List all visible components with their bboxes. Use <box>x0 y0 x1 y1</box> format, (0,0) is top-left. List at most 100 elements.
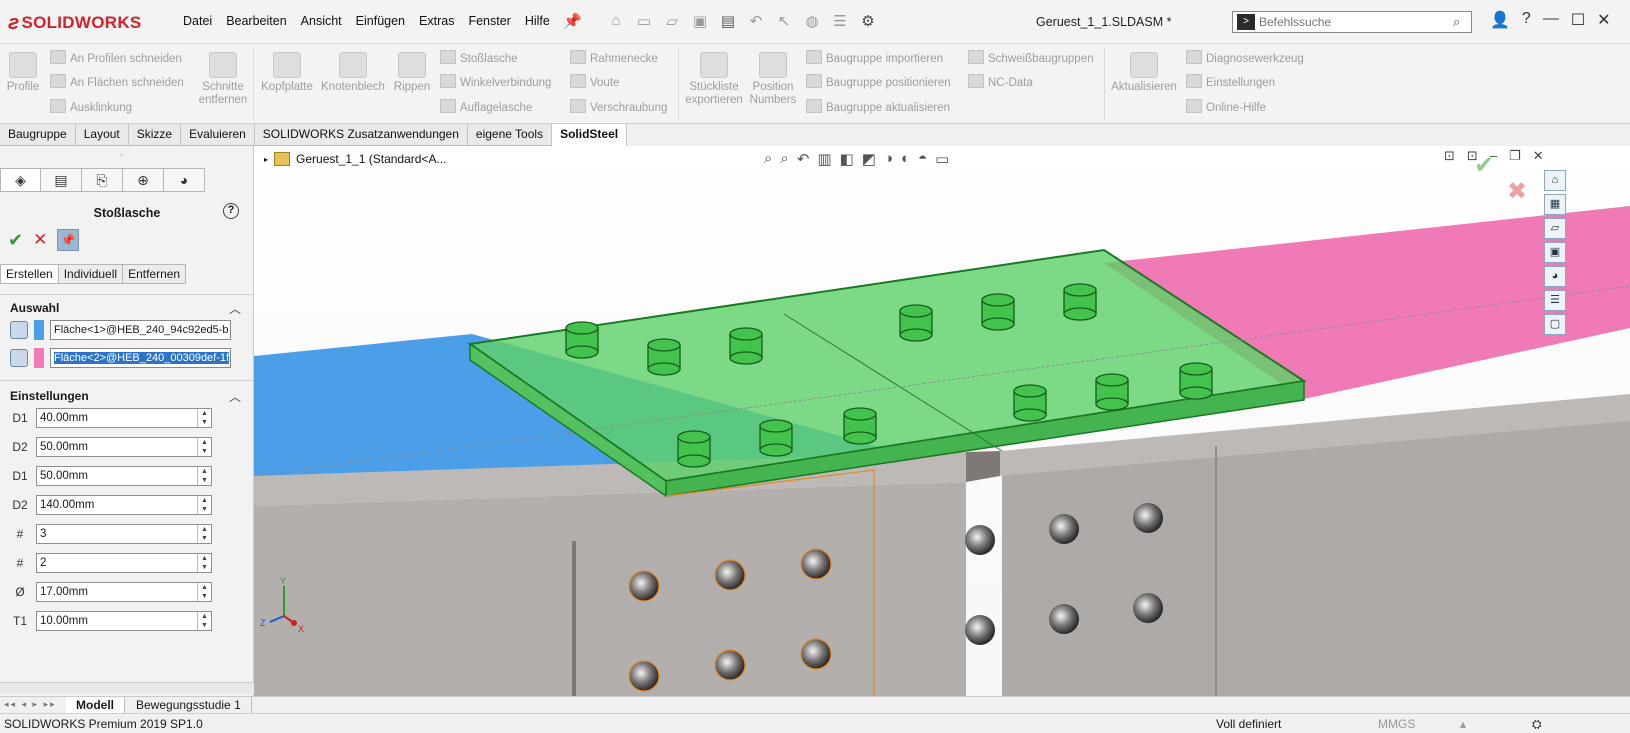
voute-button[interactable]: Voute <box>570 74 619 89</box>
diagnosewerkzeug-button[interactable]: Diagnosewerkzeug <box>1186 50 1304 65</box>
tab-layout[interactable]: Layout <box>76 124 129 146</box>
solidworks-logo[interactable]: ƨ SOLIDWORKS <box>8 8 142 38</box>
command-search-input[interactable] <box>1259 15 1453 29</box>
an-profilen-schneiden-button[interactable]: An Profilen schneiden <box>50 50 182 65</box>
verschraubung-button[interactable]: Verschraubung <box>570 99 667 114</box>
an-flaechen-schneiden-button[interactable]: An Flächen schneiden <box>50 74 184 89</box>
param-input[interactable]: 2 ▲ ▼ <box>36 553 212 573</box>
collapse-chevron-icon[interactable]: ︿ <box>229 300 241 317</box>
viewport-restore-icon[interactable]: ❐ <box>1509 148 1521 164</box>
menu-einfuegen[interactable]: Einfügen <box>349 14 412 28</box>
home-icon[interactable]: ⌂ <box>605 12 627 30</box>
einstellungen-button[interactable]: Einstellungen <box>1186 74 1275 89</box>
hide-show-icon[interactable]: ◑ <box>884 150 893 168</box>
menu-ansicht[interactable]: Ansicht <box>294 14 349 28</box>
unit-system[interactable]: MMGS <box>1378 717 1415 731</box>
select-pointer-icon[interactable]: ↖ <box>773 12 795 30</box>
param-input[interactable]: 140.00mm ▲ ▼ <box>36 495 212 515</box>
spin-arrows-icon[interactable]: ▲ ▼ <box>197 496 211 514</box>
file-properties-icon[interactable]: ☰ <box>829 12 851 30</box>
face-1-selection-box[interactable]: Fläche<1>@HEB_240_94c92ed5-b <box>50 320 231 340</box>
stueckliste-exportieren-button[interactable]: Stückliste exportieren <box>684 52 744 107</box>
edit-appearance-icon[interactable]: ◐ <box>901 150 910 168</box>
spin-arrows-icon[interactable]: ▲ ▼ <box>197 409 211 427</box>
configuration-manager-tab-icon[interactable]: ⎘ <box>82 168 123 192</box>
spin-arrows-icon[interactable]: ▲ ▼ <box>197 467 211 485</box>
view-orientation-icon[interactable]: ◧ <box>840 150 854 168</box>
new-document-icon[interactable]: ▭ <box>633 12 655 30</box>
baugruppe-aktualisieren-button[interactable]: Baugruppe aktualisieren <box>806 99 950 114</box>
knotenblech-button[interactable]: Knotenblech <box>320 52 386 94</box>
online-hilfe-button[interactable]: Online-Hilfe <box>1186 99 1266 114</box>
panel-help-icon[interactable]: ? <box>223 203 239 219</box>
open-folder-icon[interactable]: ▱ <box>661 12 683 30</box>
feature-tree-flyout[interactable]: ▸ Geruest_1_1 (Standard<A... <box>264 152 446 166</box>
schnitte-entfernen-button[interactable]: Schnitte entfernen <box>196 52 250 107</box>
winkelverbindung-button[interactable]: Winkelverbindung <box>440 74 551 89</box>
rippen-button[interactable]: Rippen <box>390 52 434 94</box>
aktualisieren-button[interactable]: Aktualisieren <box>1110 52 1178 94</box>
spin-arrows-icon[interactable]: ▲ ▼ <box>197 554 211 572</box>
spin-arrows-icon[interactable]: ▲ ▼ <box>197 612 211 630</box>
param-input[interactable]: 3 ▲ ▼ <box>36 524 212 544</box>
display-manager-tab-icon[interactable]: ◕ <box>164 168 205 192</box>
confirm-check-icon[interactable]: ✔ <box>1474 151 1494 180</box>
keep-visible-pin-icon[interactable]: 📌 <box>57 229 80 251</box>
profile-button[interactable]: Profile <box>6 52 40 94</box>
param-input[interactable]: 50.00mm ▲ ▼ <box>36 466 212 486</box>
display-style-icon[interactable]: ◩ <box>862 150 876 168</box>
tab-modell[interactable]: Modell <box>66 697 125 714</box>
collapse-chevron-icon[interactable]: ︿ <box>229 388 241 405</box>
auflagelasche-button[interactable]: Auflagelasche <box>440 99 532 114</box>
undo-icon[interactable]: ↶ <box>745 12 767 30</box>
tab-solidsteel[interactable]: SolidSteel <box>552 124 628 146</box>
view-settings-icon[interactable]: ▭ <box>935 150 949 168</box>
spin-arrows-icon[interactable]: ▲ ▼ <box>197 583 211 601</box>
spin-arrows-icon[interactable]: ▲ ▼ <box>197 525 211 543</box>
subtab-entfernen[interactable]: Entfernen <box>123 264 187 284</box>
expand-triangle-icon[interactable]: ▸ <box>264 155 268 164</box>
file-explorer-icon[interactable]: ▱ <box>1544 218 1566 239</box>
tab-bewegungsstudie[interactable]: Bewegungsstudie 1 <box>126 697 252 714</box>
panel-collapse-icon[interactable]: ⊡ <box>1444 148 1455 164</box>
kopfplatte-button[interactable]: Kopfplatte <box>258 52 316 94</box>
stosslasche-button[interactable]: Stoßlasche <box>440 50 518 65</box>
feature-manager-tab-icon[interactable]: ◈ <box>0 168 41 192</box>
viewport-close-icon[interactable]: ✕ <box>1533 148 1544 164</box>
param-input[interactable]: 10.00mm ▲ ▼ <box>36 611 212 631</box>
custom-properties-icon[interactable]: ☰ <box>1544 290 1566 311</box>
zoom-area-icon[interactable]: ⌕ <box>780 150 788 168</box>
previous-view-icon[interactable]: ↶ <box>797 150 810 168</box>
menu-datei[interactable]: Datei <box>176 14 219 28</box>
pin-menu-icon[interactable]: 📌 <box>563 12 582 30</box>
schweissbaugruppen-button[interactable]: Schweißbaugruppen <box>968 50 1094 65</box>
status-dropdown-icon[interactable]: ▴ <box>1460 717 1466 731</box>
cancel-cross-icon[interactable]: ✕ <box>33 230 47 250</box>
tab-evaluieren[interactable]: Evaluieren <box>181 124 255 146</box>
section-view-icon[interactable]: ▥ <box>817 150 831 168</box>
zoom-to-fit-icon[interactable]: ⌕ <box>764 150 772 168</box>
options-gear-icon[interactable]: ⚙ <box>857 12 879 30</box>
dimxpert-tab-icon[interactable]: ⊕ <box>123 168 164 192</box>
ok-check-icon[interactable]: ✔ <box>8 230 23 251</box>
rebuild-icon[interactable]: ◍ <box>801 12 823 30</box>
menu-bearbeiten[interactable]: Bearbeiten <box>219 14 293 28</box>
face-2-selection-box[interactable]: Fläche<2>@HEB_240_00309def-1f <box>50 348 231 368</box>
user-icon[interactable]: 👤 <box>1490 10 1510 30</box>
property-manager-tab-icon[interactable]: ▤ <box>41 168 82 192</box>
panel-grip-icon[interactable]: ◦ <box>120 150 123 159</box>
panel-scrollbar[interactable] <box>0 682 254 694</box>
nc-data-button[interactable]: NC-Data <box>968 74 1033 89</box>
assembly-model[interactable]: Y Z X <box>254 146 1630 696</box>
apply-scene-icon[interactable]: ◓ <box>918 150 927 168</box>
tab-skizze[interactable]: Skizze <box>129 124 182 146</box>
tab-navigation-arrows-icon[interactable]: ◂◂ ◂ ▸ ▸▸ <box>4 699 57 710</box>
tab-baugruppe[interactable]: Baugruppe <box>0 124 76 146</box>
rebuild-status-icon[interactable]: ⛭ <box>1532 717 1542 732</box>
help-icon[interactable]: ? <box>1522 10 1531 30</box>
save-icon[interactable]: ▣ <box>689 12 711 30</box>
minimize-icon[interactable]: — <box>1543 10 1559 30</box>
subtab-erstellen[interactable]: Erstellen <box>0 264 59 284</box>
tab-zusatzanwendungen[interactable]: SOLIDWORKS Zusatzanwendungen <box>255 124 468 146</box>
param-input[interactable]: 50.00mm ▲ ▼ <box>36 437 212 457</box>
